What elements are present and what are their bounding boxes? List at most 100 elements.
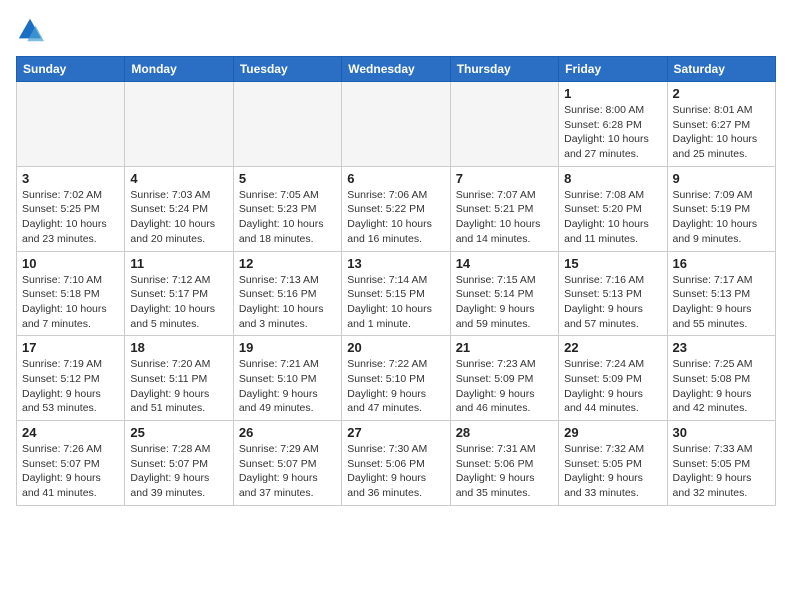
day-number: 18 bbox=[130, 340, 227, 355]
day-number: 8 bbox=[564, 171, 661, 186]
day-number: 19 bbox=[239, 340, 336, 355]
day-info: Sunrise: 7:03 AMSunset: 5:24 PMDaylight:… bbox=[130, 188, 227, 247]
calendar-cell: 26 Sunrise: 7:29 AMSunset: 5:07 PMDayligh… bbox=[233, 421, 341, 506]
day-info: Sunrise: 7:28 AMSunset: 5:07 PMDaylight:… bbox=[130, 442, 227, 501]
calendar-cell: 15 Sunrise: 7:16 AMSunset: 5:13 PMDayligh… bbox=[559, 251, 667, 336]
day-header-friday: Friday bbox=[559, 57, 667, 82]
day-info: Sunrise: 7:16 AMSunset: 5:13 PMDaylight:… bbox=[564, 273, 661, 332]
day-info: Sunrise: 7:17 AMSunset: 5:13 PMDaylight:… bbox=[673, 273, 770, 332]
calendar-cell bbox=[450, 82, 558, 167]
day-info: Sunrise: 7:06 AMSunset: 5:22 PMDaylight:… bbox=[347, 188, 444, 247]
logo bbox=[16, 16, 48, 44]
calendar-cell: 27 Sunrise: 7:30 AMSunset: 5:06 PMDayligh… bbox=[342, 421, 450, 506]
day-number: 5 bbox=[239, 171, 336, 186]
calendar-cell: 25 Sunrise: 7:28 AMSunset: 5:07 PMDayligh… bbox=[125, 421, 233, 506]
calendar-week-row: 3 Sunrise: 7:02 AMSunset: 5:25 PMDaylight… bbox=[17, 166, 776, 251]
day-info: Sunrise: 7:10 AMSunset: 5:18 PMDaylight:… bbox=[22, 273, 119, 332]
day-info: Sunrise: 7:33 AMSunset: 5:05 PMDaylight:… bbox=[673, 442, 770, 501]
calendar-cell: 10Sunrise: 7:10 AMSunset: 5:18 PMDayligh… bbox=[17, 251, 125, 336]
calendar-cell bbox=[125, 82, 233, 167]
day-number: 9 bbox=[673, 171, 770, 186]
day-number: 21 bbox=[456, 340, 553, 355]
calendar-cell: 9 Sunrise: 7:09 AMSunset: 5:19 PMDaylight… bbox=[667, 166, 775, 251]
day-info: Sunrise: 7:08 AMSunset: 5:20 PMDaylight:… bbox=[564, 188, 661, 247]
day-number: 29 bbox=[564, 425, 661, 440]
calendar-cell: 20 Sunrise: 7:22 AMSunset: 5:10 PMDayligh… bbox=[342, 336, 450, 421]
day-info: Sunrise: 7:14 AMSunset: 5:15 PMDaylight:… bbox=[347, 273, 444, 332]
day-info: Sunrise: 7:24 AMSunset: 5:09 PMDaylight:… bbox=[564, 357, 661, 416]
day-info: Sunrise: 7:30 AMSunset: 5:06 PMDaylight:… bbox=[347, 442, 444, 501]
calendar-table: SundayMondayTuesdayWednesdayThursdayFrid… bbox=[16, 56, 776, 506]
calendar-cell bbox=[17, 82, 125, 167]
day-number: 12 bbox=[239, 256, 336, 271]
calendar-cell: 30 Sunrise: 7:33 AMSunset: 5:05 PMDayligh… bbox=[667, 421, 775, 506]
day-header-wednesday: Wednesday bbox=[342, 57, 450, 82]
calendar-cell: 4Sunrise: 7:03 AMSunset: 5:24 PMDaylight… bbox=[125, 166, 233, 251]
calendar-week-row: 17 Sunrise: 7:19 AMSunset: 5:12 PMDayligh… bbox=[17, 336, 776, 421]
day-number: 16 bbox=[673, 256, 770, 271]
day-number: 3 bbox=[22, 171, 119, 186]
calendar-cell: 13 Sunrise: 7:14 AMSunset: 5:15 PMDayligh… bbox=[342, 251, 450, 336]
calendar-cell: 16 Sunrise: 7:17 AMSunset: 5:13 PMDayligh… bbox=[667, 251, 775, 336]
day-info: Sunrise: 7:15 AMSunset: 5:14 PMDaylight:… bbox=[456, 273, 553, 332]
day-number: 22 bbox=[564, 340, 661, 355]
day-info: Sunrise: 7:20 AMSunset: 5:11 PMDaylight:… bbox=[130, 357, 227, 416]
calendar-cell: 23 Sunrise: 7:25 AMSunset: 5:08 PMDayligh… bbox=[667, 336, 775, 421]
day-info: Sunrise: 7:29 AMSunset: 5:07 PMDaylight:… bbox=[239, 442, 336, 501]
day-info: Sunrise: 7:22 AMSunset: 5:10 PMDaylight:… bbox=[347, 357, 444, 416]
calendar-cell: 11Sunrise: 7:12 AMSunset: 5:17 PMDayligh… bbox=[125, 251, 233, 336]
calendar-week-row: 24 Sunrise: 7:26 AMSunset: 5:07 PMDayligh… bbox=[17, 421, 776, 506]
calendar-cell: 2Sunrise: 8:01 AMSunset: 6:27 PMDaylight… bbox=[667, 82, 775, 167]
calendar-cell: 12Sunrise: 7:13 AMSunset: 5:16 PMDayligh… bbox=[233, 251, 341, 336]
day-number: 25 bbox=[130, 425, 227, 440]
day-info: Sunrise: 7:19 AMSunset: 5:12 PMDaylight:… bbox=[22, 357, 119, 416]
day-header-sunday: Sunday bbox=[17, 57, 125, 82]
calendar-cell: 3 Sunrise: 7:02 AMSunset: 5:25 PMDaylight… bbox=[17, 166, 125, 251]
calendar-cell: 24 Sunrise: 7:26 AMSunset: 5:07 PMDayligh… bbox=[17, 421, 125, 506]
day-number: 26 bbox=[239, 425, 336, 440]
calendar-cell: 6 Sunrise: 7:06 AMSunset: 5:22 PMDaylight… bbox=[342, 166, 450, 251]
calendar-cell: 14 Sunrise: 7:15 AMSunset: 5:14 PMDayligh… bbox=[450, 251, 558, 336]
calendar-cell: 7Sunrise: 7:07 AMSunset: 5:21 PMDaylight… bbox=[450, 166, 558, 251]
day-number: 28 bbox=[456, 425, 553, 440]
day-info: Sunrise: 7:23 AMSunset: 5:09 PMDaylight:… bbox=[456, 357, 553, 416]
day-number: 6 bbox=[347, 171, 444, 186]
calendar-cell: 22 Sunrise: 7:24 AMSunset: 5:09 PMDayligh… bbox=[559, 336, 667, 421]
day-header-saturday: Saturday bbox=[667, 57, 775, 82]
calendar-cell: 29 Sunrise: 7:32 AMSunset: 5:05 PMDayligh… bbox=[559, 421, 667, 506]
calendar-week-row: 1Sunrise: 8:00 AMSunset: 6:28 PMDaylight… bbox=[17, 82, 776, 167]
calendar-cell bbox=[342, 82, 450, 167]
day-number: 27 bbox=[347, 425, 444, 440]
day-info: Sunrise: 7:31 AMSunset: 5:06 PMDaylight:… bbox=[456, 442, 553, 501]
day-info: Sunrise: 7:05 AMSunset: 5:23 PMDaylight:… bbox=[239, 188, 336, 247]
day-number: 17 bbox=[22, 340, 119, 355]
calendar-cell: 1Sunrise: 8:00 AMSunset: 6:28 PMDaylight… bbox=[559, 82, 667, 167]
day-number: 2 bbox=[673, 86, 770, 101]
calendar-cell: 5 Sunrise: 7:05 AMSunset: 5:23 PMDaylight… bbox=[233, 166, 341, 251]
day-number: 30 bbox=[673, 425, 770, 440]
calendar-cell: 8 Sunrise: 7:08 AMSunset: 5:20 PMDaylight… bbox=[559, 166, 667, 251]
day-info: Sunrise: 7:09 AMSunset: 5:19 PMDaylight:… bbox=[673, 188, 770, 247]
page-header bbox=[16, 16, 776, 44]
day-number: 15 bbox=[564, 256, 661, 271]
day-info: Sunrise: 7:26 AMSunset: 5:07 PMDaylight:… bbox=[22, 442, 119, 501]
calendar-cell: 21 Sunrise: 7:23 AMSunset: 5:09 PMDayligh… bbox=[450, 336, 558, 421]
calendar-cell: 18 Sunrise: 7:20 AMSunset: 5:11 PMDayligh… bbox=[125, 336, 233, 421]
day-header-thursday: Thursday bbox=[450, 57, 558, 82]
day-number: 23 bbox=[673, 340, 770, 355]
calendar-cell bbox=[233, 82, 341, 167]
day-info: Sunrise: 7:25 AMSunset: 5:08 PMDaylight:… bbox=[673, 357, 770, 416]
day-number: 20 bbox=[347, 340, 444, 355]
logo-icon bbox=[16, 16, 44, 44]
day-number: 14 bbox=[456, 256, 553, 271]
calendar-cell: 28 Sunrise: 7:31 AMSunset: 5:06 PMDayligh… bbox=[450, 421, 558, 506]
day-info: Sunrise: 7:32 AMSunset: 5:05 PMDaylight:… bbox=[564, 442, 661, 501]
day-info: Sunrise: 7:12 AMSunset: 5:17 PMDaylight:… bbox=[130, 273, 227, 332]
day-info: Sunrise: 7:02 AMSunset: 5:25 PMDaylight:… bbox=[22, 188, 119, 247]
day-number: 1 bbox=[564, 86, 661, 101]
day-number: 13 bbox=[347, 256, 444, 271]
calendar-cell: 19Sunrise: 7:21 AMSunset: 5:10 PMDayligh… bbox=[233, 336, 341, 421]
calendar-header-row: SundayMondayTuesdayWednesdayThursdayFrid… bbox=[17, 57, 776, 82]
day-header-tuesday: Tuesday bbox=[233, 57, 341, 82]
day-number: 24 bbox=[22, 425, 119, 440]
